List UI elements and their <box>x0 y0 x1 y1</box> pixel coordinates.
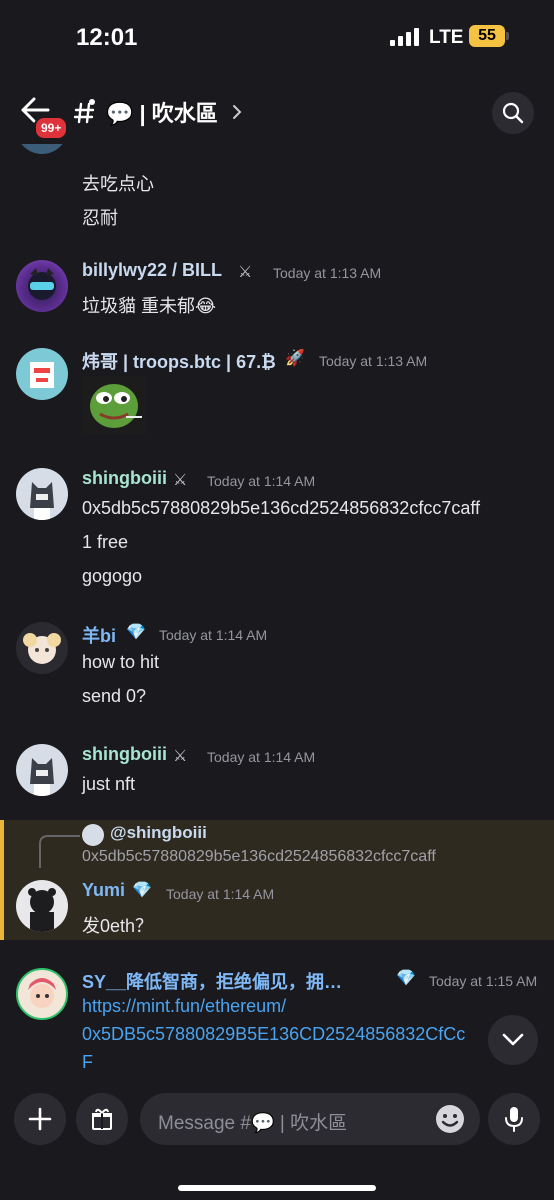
composer-bar: Message #💬 | 吹水區 <box>0 1080 554 1200</box>
timestamp: Today at 1:15 AM <box>429 973 538 989</box>
message-line: 去吃点心 <box>82 174 154 194</box>
message-line: send 0? <box>82 686 147 706</box>
username[interactable]: shingboiii <box>82 468 167 489</box>
home-indicator <box>178 1185 376 1191</box>
reply-connector-icon <box>39 835 80 868</box>
username[interactable]: 羊bi <box>82 622 116 648</box>
username[interactable]: SY__降低智商，拒绝偏见，拥… <box>82 968 342 994</box>
channel-header: 99+ 💬 | 吹水區 <box>0 80 554 144</box>
gem-icon: 💎 <box>126 624 146 641</box>
voice-message-button[interactable] <box>488 1093 540 1145</box>
thread-hash-icon <box>73 98 96 124</box>
crossed-swords-icon: ⚔ <box>173 748 188 765</box>
message-link[interactable]: F <box>82 1052 93 1073</box>
message-line: 发0eth？ <box>82 916 154 936</box>
avatar[interactable] <box>16 260 68 312</box>
channel-title[interactable]: 💬 | 吹水區 <box>106 96 218 128</box>
battery-icon: 55 <box>469 25 505 47</box>
message-line: 1 free <box>82 532 129 552</box>
message-line: gogogo <box>82 566 143 586</box>
message-line: just nft <box>82 774 136 794</box>
search-button[interactable] <box>492 92 534 134</box>
search-icon <box>502 102 524 124</box>
username[interactable]: shingboiii <box>82 744 167 765</box>
timestamp: Today at 1:14 AM <box>166 886 275 902</box>
pepe-sticker[interactable] <box>82 376 146 434</box>
clock: 12:01 <box>76 24 138 51</box>
gem-icon: 💎 <box>396 970 416 987</box>
message-list[interactable]: 去吃点心 忍耐 billylwy22 / BILL ⚔ Today at 1:1… <box>0 144 554 1080</box>
timestamp: Today at 1:14 AM <box>207 473 316 489</box>
rocket-icon: 🚀 <box>285 350 305 367</box>
avatar[interactable] <box>16 968 68 1020</box>
username[interactable]: 炜哥 | troops.btc | 67.₿ <box>82 348 276 374</box>
timestamp: Today at 1:13 AM <box>273 265 382 281</box>
network-label: LTE <box>429 27 464 48</box>
message-placeholder: Message #💬 | 吹水區 <box>158 1113 348 1134</box>
avatar[interactable] <box>16 880 68 932</box>
chevron-right-icon[interactable] <box>232 104 242 120</box>
battery-tip <box>506 32 509 40</box>
add-attachment-button[interactable] <box>14 1093 66 1145</box>
timestamp: Today at 1:13 AM <box>319 353 428 369</box>
emoji-button[interactable] <box>434 1103 466 1135</box>
jump-to-bottom-button[interactable] <box>488 1015 538 1065</box>
crossed-swords-icon: ⚔ <box>238 264 253 281</box>
plus-icon <box>28 1107 52 1131</box>
timestamp: Today at 1:14 AM <box>207 749 316 765</box>
message-line: how to hit <box>82 652 160 672</box>
reply-avatar <box>82 824 104 846</box>
message-line: 忍耐 <box>82 208 118 228</box>
avatar[interactable] <box>16 348 68 400</box>
unread-badge: 99+ <box>34 116 69 140</box>
crossed-swords-icon: ⚔ <box>173 472 188 489</box>
avatar[interactable] <box>16 622 68 674</box>
smiley-icon <box>436 1105 464 1133</box>
gem-icon: 💎 <box>132 882 152 899</box>
avatar[interactable] <box>16 744 68 796</box>
gift-icon <box>92 1108 112 1130</box>
username[interactable]: Yumi <box>82 880 125 901</box>
chevron-down-icon <box>502 1033 524 1046</box>
message-link[interactable]: https://mint.fun/ethereum/ <box>82 996 286 1017</box>
message-link[interactable]: 0x5DB5c57880829B5E136CD2524856832CfCc <box>82 1024 465 1045</box>
message-line: 垃圾貓 重未郁😂 <box>82 296 217 316</box>
microphone-icon <box>505 1107 523 1132</box>
avatar[interactable] <box>16 468 68 520</box>
signal-icon <box>390 28 419 46</box>
avatar[interactable] <box>16 144 68 154</box>
message-line: 0x5db5c57880829b5e136cd2524856832cfcc7ca… <box>82 498 481 518</box>
reply-preview[interactable]: 0x5db5c57880829b5e136cd2524856832cfcc7ca… <box>82 848 436 866</box>
reply-mention[interactable]: @shingboiii <box>110 823 207 843</box>
username[interactable]: billylwy22 / BILL <box>82 260 222 281</box>
gift-button[interactable] <box>76 1093 128 1145</box>
message-input[interactable]: Message #💬 | 吹水區 <box>140 1093 480 1145</box>
timestamp: Today at 1:14 AM <box>159 627 268 643</box>
status-bar: 12:01 LTE 55 <box>0 0 554 80</box>
